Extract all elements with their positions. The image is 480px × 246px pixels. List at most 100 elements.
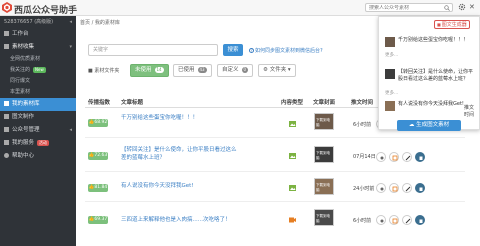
col-header-score[interactable]: 传播指数 (88, 98, 110, 106)
cover-thumbnail[interactable]: 下载到电脑 (314, 113, 334, 130)
generate-article-button[interactable]: ☁ 生成图文素材 (397, 120, 461, 131)
folder-dropdown-button[interactable]: ⚙ 文件夹 ▾ (258, 64, 296, 77)
folder-filter-label: ■ 素材文件夹 (88, 67, 119, 74)
more-link[interactable]: 更多... (385, 90, 398, 97)
copy-button[interactable] (389, 152, 399, 162)
copy-icon (392, 218, 398, 224)
sidebar-item-article-make[interactable]: 图文制作 (0, 111, 76, 124)
user-account-switcher[interactable]: 528376657 (高级版) ◂ (0, 16, 76, 28)
sidebar-item-material-collect[interactable]: 素材收集 ▾ (0, 41, 76, 54)
article-thumbnail (385, 37, 395, 47)
wrench-icon (405, 155, 411, 161)
publish-time: 07月14日 (353, 154, 376, 160)
gear-icon: ⚙ (263, 67, 270, 73)
copy-icon (392, 186, 398, 192)
top-bar: 西瓜公众号助手 ✕ (0, 0, 480, 16)
article-title-link[interactable]: 三四道上来解释他也是入肉搞......次吃咯了！ (121, 216, 241, 224)
score-value: 81.84 (94, 185, 108, 190)
sidebar-subitem-following[interactable]: 我关注的 New (0, 65, 76, 76)
filter-count: 0 (241, 67, 249, 73)
preview-button[interactable] (376, 183, 386, 193)
delete-button[interactable] (415, 215, 425, 225)
search-icon[interactable] (444, 5, 450, 11)
sidebar-item-my-service[interactable]: 我的服务 活动 (0, 137, 76, 150)
article-title-link[interactable]: 【转回关注】是什么使命，让你平股日看过这么差的蓝莓水上班？ (121, 146, 241, 162)
chevron-left-icon: ◂ (69, 19, 72, 25)
folder-icon (4, 44, 9, 49)
table-row: 👍72.63 【转回关注】是什么使命，让你平股日看过这么差的蓝莓水上班？ 下载到… (85, 140, 465, 172)
article-thumbnail (385, 69, 395, 79)
sidebar-subitem-local[interactable]: 本里素材 (0, 87, 76, 98)
global-search[interactable] (365, 3, 453, 12)
col-header-type: 内容类型 (281, 100, 304, 106)
cover-thumbnail[interactable]: 下载到电脑 (314, 209, 334, 226)
preview-button[interactable] (376, 215, 386, 225)
filter-label: 自定义 (222, 67, 239, 73)
more-link[interactable]: 更多... (385, 52, 398, 59)
sync-help-label: 如何同步图文素材到微信后台? (255, 48, 323, 54)
preview-button[interactable] (376, 152, 386, 162)
folder-filter-text: 素材文件夹 (94, 68, 120, 74)
tools-button[interactable] (402, 215, 412, 225)
table-row: 👍69.37 三四道上来解释他也是入肉搞......次吃咯了！ 下载到电脑 6小… (85, 204, 465, 244)
col-header-cover: 文章封面 (313, 100, 336, 106)
settings-gear-icon[interactable] (458, 3, 466, 11)
sidebar-item-account-manage[interactable]: 公众号管理 ◂ (0, 124, 76, 137)
help-icon (4, 153, 9, 158)
copy-button[interactable] (389, 215, 399, 225)
filter-unused-button[interactable]: 未使用 14 (130, 64, 169, 77)
image-text-icon (289, 185, 296, 191)
filter-used-button[interactable]: 已使用 43 (173, 64, 212, 77)
score-badge: 👍69.37 (88, 216, 108, 224)
selected-article-item[interactable]: 【转回关注】是什么使命，让你平股日看过这么差的蓝莓水上班？ 更多... (385, 69, 477, 97)
sidebar-item-label: 我关注的 (10, 67, 31, 73)
keyword-search-input[interactable]: 关键字 (88, 44, 218, 56)
tools-button[interactable] (402, 152, 412, 162)
sidebar-item-my-library[interactable]: 我的素材库 (0, 98, 76, 111)
sidebar-item-label: 我的服务 (12, 140, 35, 146)
download-caption: 下载到电脑 (316, 183, 330, 192)
close-icon[interactable]: ✕ (469, 3, 475, 11)
article-title-link[interactable]: 有人说没有你今天没拜我Get! (121, 182, 241, 190)
sidebar-subitem-quality[interactable]: 全网优质素材 (0, 54, 76, 65)
publish-time: 6小时前 (353, 218, 372, 224)
sidebar-item-workbench[interactable]: 工作台 (0, 28, 76, 41)
delete-button[interactable] (415, 183, 425, 193)
sync-help-link[interactable]: ? 如何同步图文素材到微信后台? (249, 47, 323, 54)
delete-button[interactable] (415, 152, 425, 162)
filter-label: 文件夹 ▾ (269, 67, 291, 73)
library-icon (4, 101, 9, 106)
selected-article-title: 千万别给这些蛋宝你吃喔！！！ (398, 37, 469, 43)
article-title-link[interactable]: 千万别给这些蛋宝你吃喔！！！ (121, 114, 241, 122)
sidebar-item-label: 公众号管理 (12, 127, 40, 133)
tools-button[interactable] (402, 183, 412, 193)
chevron-left-icon: ◂ (69, 127, 72, 133)
generator-header-button[interactable]: 图文生成器 (434, 20, 470, 29)
score-badge: 👍81.84 (88, 184, 108, 192)
filter-custom-button[interactable]: 自定义 0 (217, 64, 254, 77)
trash-icon (419, 187, 423, 191)
global-search-input[interactable] (366, 4, 440, 12)
score-value: 72.63 (94, 153, 108, 158)
search-button[interactable]: 搜索 (223, 44, 243, 56)
event-badge: 活动 (37, 140, 50, 146)
user-account-label: 528376657 (高级版) (4, 19, 54, 25)
copy-button[interactable] (389, 183, 399, 193)
sidebar-item-label: 工作台 (12, 31, 29, 37)
app-logo (2, 2, 12, 13)
video-icon (289, 217, 296, 223)
filter-label: 已使用 (178, 67, 195, 73)
edit-icon (4, 114, 9, 119)
score-value: 68.92 (94, 120, 108, 125)
copy-icon (392, 155, 398, 161)
sidebar-item-label: 素材收集 (12, 44, 35, 50)
question-icon: ? (249, 48, 254, 53)
sidebar-item-help[interactable]: 帮助中心 (0, 150, 76, 163)
cover-thumbnail[interactable]: 下载到电脑 (314, 146, 334, 163)
side-column-label: 推文时间 (464, 105, 475, 118)
filter-count: 14 (154, 67, 164, 73)
cover-thumbnail[interactable]: 下载到电脑 (314, 178, 334, 195)
selected-article-item[interactable]: 千万别给这些蛋宝你吃喔！！！ 更多... (385, 37, 477, 63)
app-title: 西瓜公众号助手 (14, 6, 78, 16)
sidebar-subitem-peer-hits[interactable]: 同行爆文 (0, 76, 76, 87)
